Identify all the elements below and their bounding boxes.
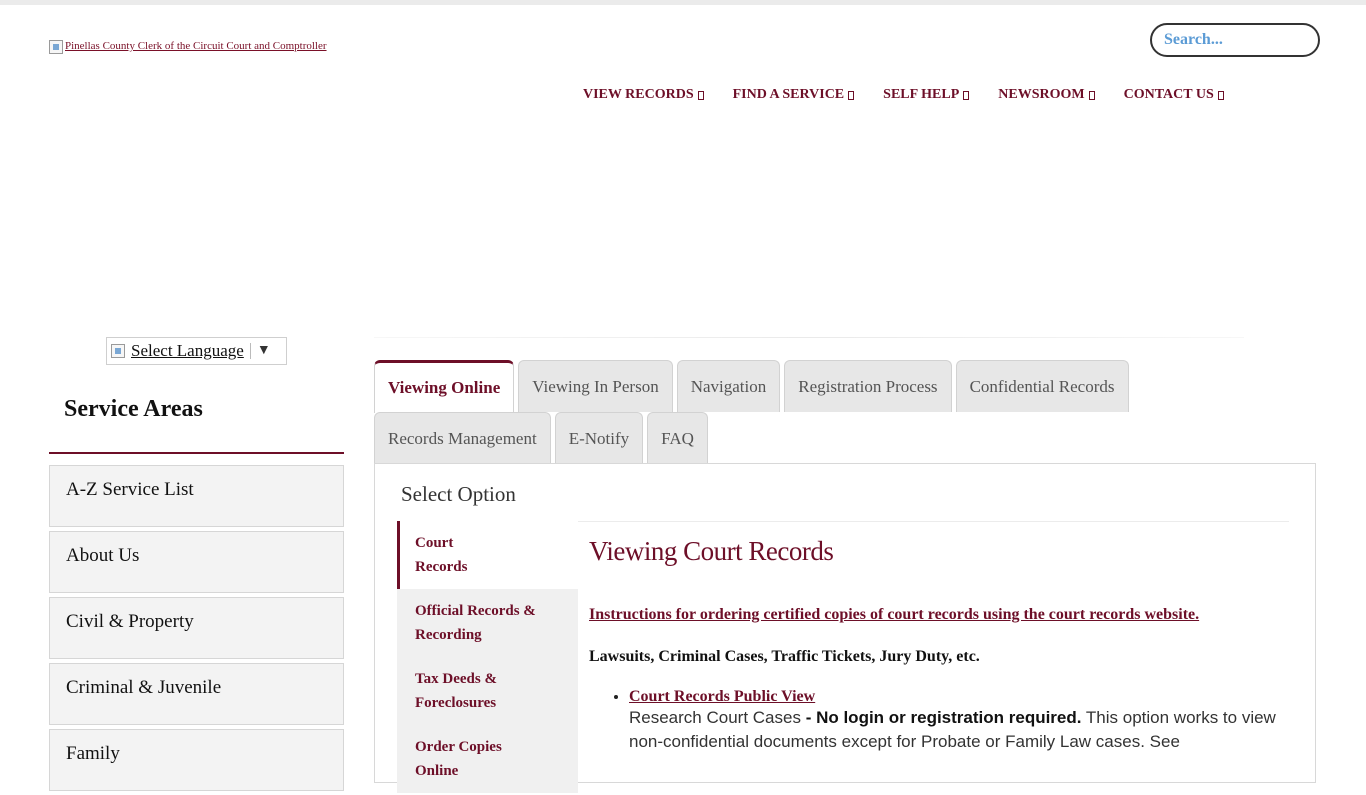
tab-registration-process[interactable]: Registration Process — [784, 360, 952, 412]
vtab-label: Tax Deeds & Foreclosures — [415, 671, 497, 711]
tab-viewing-online[interactable]: Viewing Online — [374, 360, 515, 413]
sidebar-divider — [49, 452, 344, 454]
vtab-label: Order Copies Online — [415, 739, 502, 779]
dropdown-icon — [1088, 90, 1095, 100]
tab-faq[interactable]: FAQ — [647, 412, 708, 464]
search-placeholder: Search... — [1164, 31, 1223, 48]
google-translate-icon — [111, 344, 125, 358]
list-item-description: Research Court Cases - No login or regis… — [629, 706, 1289, 754]
sidebar-item-about-us[interactable]: About Us — [49, 531, 344, 593]
tab-e-notify[interactable]: E-Notify — [554, 412, 644, 464]
tab-viewing-in-person[interactable]: Viewing In Person — [518, 360, 673, 412]
nav-label: CONTACT US — [1123, 87, 1214, 102]
search-input[interactable]: Search... — [1150, 23, 1320, 57]
site-logo[interactable]: Pinellas County Clerk of the Circuit Cou… — [49, 40, 327, 54]
language-label: Select Language — [131, 341, 244, 360]
tab-content: Viewing Court Records Instructions for o… — [589, 536, 1289, 754]
vtab-tax-deeds[interactable]: Tax Deeds & Foreclosures — [397, 657, 578, 725]
divider — [374, 337, 1244, 338]
select-option-label: Select Option — [401, 482, 516, 506]
nav-label: NEWSROOM — [998, 87, 1085, 102]
court-records-public-view-link[interactable]: Court Records Public View — [629, 688, 815, 705]
nav-newsroom[interactable]: NEWSROOM — [998, 87, 1095, 103]
nav-label: VIEW RECORDS — [583, 87, 694, 102]
dropdown-icon — [848, 90, 855, 100]
tab-row-2: Records Management E-Notify FAQ — [374, 412, 712, 464]
dropdown-icon — [963, 90, 970, 100]
sidebar-item-civil-property[interactable]: Civil & Property — [49, 597, 344, 659]
vtab-label: Official Records & Recording — [415, 603, 536, 643]
nav-contact-us[interactable]: CONTACT US — [1124, 87, 1224, 103]
lawsuits-line: Lawsuits, Criminal Cases, Traffic Ticket… — [589, 648, 980, 665]
content-heading: Viewing Court Records — [589, 536, 834, 566]
service-list: A-Z Service List About Us Civil & Proper… — [49, 465, 344, 795]
sidebar-title: Service Areas — [64, 396, 203, 422]
tab-records-management[interactable]: Records Management — [374, 412, 551, 464]
list-item: Court Records Public View Research Court… — [629, 688, 1289, 754]
chevron-down-icon: ▼ — [256, 343, 271, 358]
logo-alt-text: Pinellas County Clerk of the Circuit Cou… — [65, 40, 327, 52]
vtab-official-records[interactable]: Official Records & Recording — [397, 589, 578, 657]
sidebar-item-criminal-juvenile[interactable]: Criminal & Juvenile — [49, 663, 344, 725]
tab-confidential-records[interactable]: Confidential Records — [955, 360, 1129, 412]
dropdown-icon — [1217, 90, 1224, 100]
nav-self-help[interactable]: SELF HELP — [883, 87, 970, 103]
vtab-order-copies-online[interactable]: Order Copies Online — [397, 725, 578, 793]
language-selector[interactable]: Select Language ▼ — [106, 337, 287, 365]
records-list: Court Records Public View Research Court… — [589, 688, 1289, 754]
tab-panel: Select Option Court Records Official Rec… — [374, 463, 1316, 793]
tab-navigation[interactable]: Navigation — [676, 360, 781, 412]
desc-bold-text: - No login or registration required. — [800, 708, 1082, 727]
nav-view-records[interactable]: VIEW RECORDS — [583, 87, 704, 103]
nav-label: SELF HELP — [883, 87, 960, 102]
nav-label: FIND A SERVICE — [732, 87, 845, 102]
tab-row-1: Viewing Online Viewing In Person Navigat… — [374, 360, 1133, 413]
sidebar-item-family[interactable]: Family — [49, 729, 344, 791]
top-bar — [0, 0, 1366, 5]
vertical-tabs: Court Records Official Records & Recordi… — [397, 521, 578, 793]
main-nav: VIEW RECORDS FIND A SERVICE SELF HELP NE… — [583, 87, 1253, 103]
vtab-label: Court Records — [415, 535, 468, 575]
logo-image-icon — [49, 40, 63, 54]
nav-find-a-service[interactable]: FIND A SERVICE — [733, 87, 855, 103]
dropdown-icon — [697, 90, 704, 100]
vtab-court-records[interactable]: Court Records — [397, 521, 578, 589]
sidebar-item-a-z-service-list[interactable]: A-Z Service List — [49, 465, 344, 527]
desc-text: Research Court Cases — [629, 708, 801, 727]
separator — [249, 343, 251, 359]
instructions-link[interactable]: Instructions for ordering certified copi… — [589, 606, 1289, 624]
